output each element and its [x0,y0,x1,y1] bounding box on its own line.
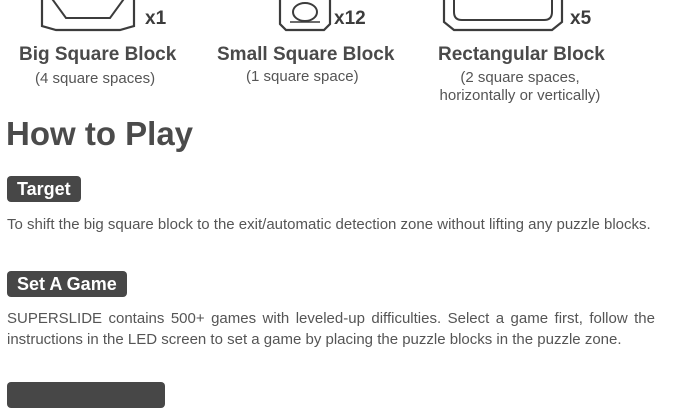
how-to-play-heading: How to Play [6,115,194,152]
rectangular-block-description: (2 square spaces, horizontally or vertic… [439,69,601,104]
big-square-block-quantity: x1 [145,8,167,29]
rectangular-block-icon [442,0,564,32]
block-types-row: x1 Big Square Block (4 square spaces) x1… [0,0,676,110]
small-square-block-icon [278,0,332,32]
set-a-game-description: SUPERSLIDE contains 500+ games with leve… [7,310,655,348]
small-square-block-name: Small Square Block [217,44,395,65]
target-description: To shift the big square block to the exi… [7,216,651,233]
big-square-block-description: (4 square spaces) [35,70,156,87]
target-label: Target [7,176,81,202]
big-square-block-icon [40,0,136,32]
small-square-block-quantity: x12 [334,8,366,29]
big-square-block-name: Big Square Block [19,44,177,65]
rectangular-block-name: Rectangular Block [438,44,605,65]
next-section-label [7,382,165,408]
small-square-block-description: (1 square space) [246,68,359,85]
set-a-game-label: Set A Game [7,271,127,297]
rectangular-block-quantity: x5 [570,8,592,29]
